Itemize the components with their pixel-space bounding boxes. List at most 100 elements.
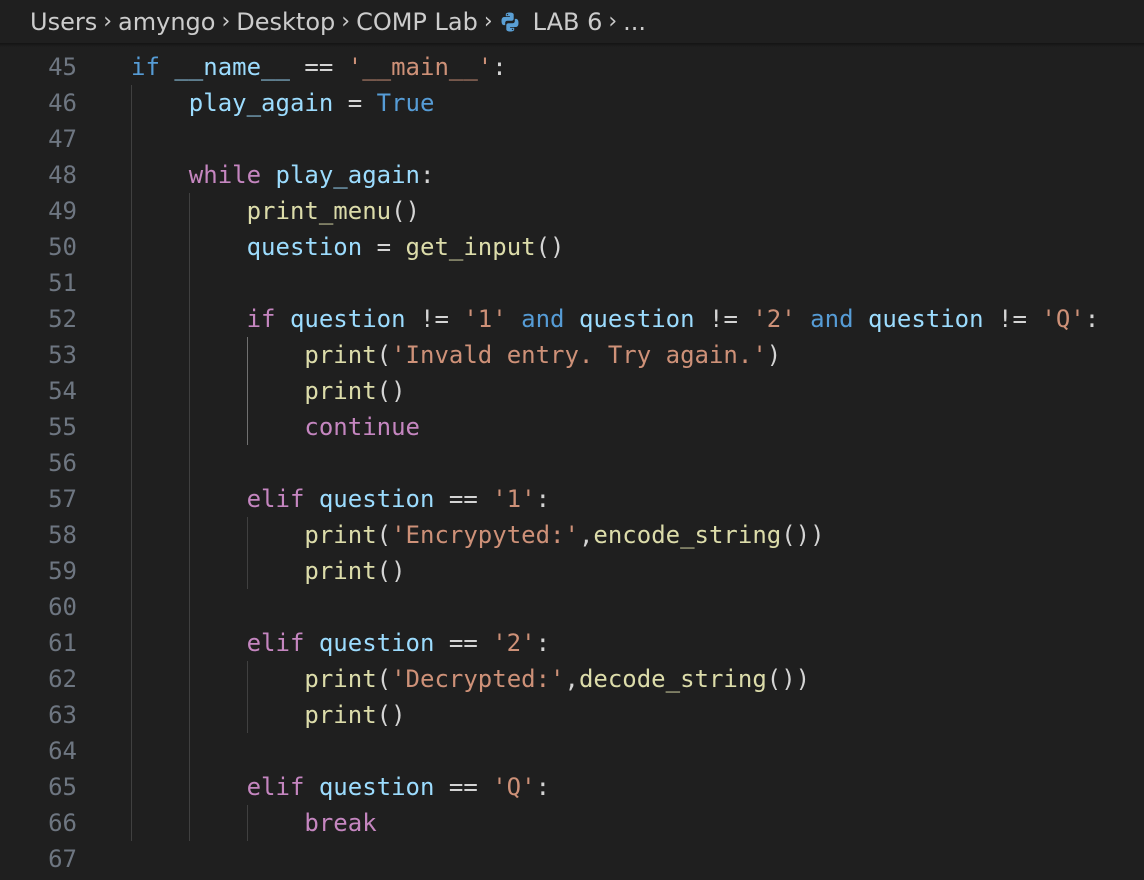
code-line[interactable]: 49 print_menu() <box>0 193 1144 229</box>
code-token: () <box>535 233 565 261</box>
code-line[interactable]: 48 while play_again: <box>0 157 1144 193</box>
code-line[interactable]: 63 print() <box>0 697 1144 733</box>
code-token: != <box>983 305 1042 333</box>
code-token: while <box>188 161 262 189</box>
code-token: : <box>535 629 551 657</box>
code-token: print <box>304 557 377 585</box>
line-number: 47 <box>48 125 77 153</box>
breadcrumb-item-more[interactable]: ... <box>623 8 646 36</box>
line-number: 60 <box>48 593 77 621</box>
code-token: print <box>304 377 377 405</box>
code-line[interactable]: 61 elif question == '2': <box>0 625 1144 661</box>
code-token: '1' <box>463 305 507 333</box>
code-token: : <box>535 485 551 513</box>
chevron-right-icon: › <box>483 9 493 34</box>
code-line[interactable]: 53 print('Invald entry. Try again.') <box>0 337 1144 373</box>
line-number: 52 <box>48 305 77 333</box>
code-token: __name__ <box>174 53 290 81</box>
breadcrumb-item-lab6[interactable]: LAB 6 <box>533 8 603 36</box>
code-line[interactable]: 66 break <box>0 805 1144 841</box>
code-token: != <box>694 305 753 333</box>
code-line[interactable]: 67 <box>0 841 1144 877</box>
code-line[interactable]: 46 play_again = True <box>0 85 1144 121</box>
code-token: break <box>304 809 377 837</box>
breadcrumb-item-desktop[interactable]: Desktop <box>236 8 335 36</box>
code-token: ( <box>376 341 392 369</box>
code-token: = <box>333 89 377 117</box>
breadcrumb-item-users[interactable]: Users <box>30 8 97 36</box>
line-number: 65 <box>48 773 77 801</box>
code-token: print <box>304 341 377 369</box>
code-text: print('Encrypyted:',encode_string()) <box>304 517 824 553</box>
breadcrumb: Users › amyngo › Desktop › COMP Lab › LA… <box>0 0 1144 43</box>
code-token: print_menu <box>246 197 392 225</box>
code-token: and <box>810 305 854 333</box>
header-shadow <box>0 43 1144 47</box>
code-token: () <box>376 377 406 405</box>
code-token: question <box>578 305 695 333</box>
line-number: 54 <box>48 377 77 405</box>
code-token: == <box>434 773 493 801</box>
line-number: 51 <box>48 269 77 297</box>
code-token: True <box>376 89 435 117</box>
line-number: 50 <box>48 233 77 261</box>
line-number: 57 <box>48 485 77 513</box>
code-token: continue <box>304 413 420 441</box>
code-editor[interactable]: 45 if __name__ == '__main__': 46 play_again… <box>0 49 1144 880</box>
code-line[interactable]: 60 <box>0 589 1144 625</box>
code-line[interactable]: 51 <box>0 265 1144 301</box>
indent-guide <box>246 661 248 733</box>
breadcrumb-item-amyngo[interactable]: amyngo <box>118 8 215 36</box>
line-number: 62 <box>48 665 77 693</box>
code-token: : <box>492 53 507 81</box>
code-token: '2' <box>492 629 536 657</box>
indent-guide <box>246 517 248 589</box>
code-token: question <box>318 629 435 657</box>
code-token: : <box>1084 305 1100 333</box>
code-token: encode_string <box>593 521 782 549</box>
code-token: and <box>521 305 565 333</box>
code-line[interactable]: 47 <box>0 121 1144 157</box>
code-line[interactable]: 55 continue <box>0 409 1144 445</box>
code-text: elif question == 'Q': <box>247 769 550 805</box>
code-text: while play_again: <box>189 157 435 193</box>
line-number: 61 <box>48 629 77 657</box>
code-line[interactable]: 57 elif question == '1': <box>0 481 1144 517</box>
code-line[interactable]: 50 question = get_input() <box>0 229 1144 265</box>
indent-guide <box>188 193 190 841</box>
code-token: == <box>289 53 348 81</box>
code-line[interactable]: 52 if question != '1' and question != '2'… <box>0 301 1144 337</box>
code-token: 'Q' <box>492 773 536 801</box>
code-text: print() <box>304 553 405 589</box>
chevron-right-icon: › <box>608 9 618 34</box>
code-line[interactable]: 56 <box>0 445 1144 481</box>
code-token: ()) <box>766 665 811 693</box>
code-text: if __name__ == '__main__': <box>131 49 507 85</box>
python-icon <box>499 11 521 33</box>
code-line[interactable]: 45 if __name__ == '__main__': <box>0 49 1144 85</box>
code-line[interactable]: 54 print() <box>0 373 1144 409</box>
code-line[interactable]: 64 <box>0 733 1144 769</box>
line-number: 66 <box>48 809 77 837</box>
code-text: elif question == '1': <box>247 481 550 517</box>
code-text: print() <box>304 373 405 409</box>
code-line[interactable]: 62 print('Decrypted:',decode_string()) <box>0 661 1144 697</box>
code-token: == <box>434 629 493 657</box>
code-line[interactable]: 58 print('Encrypyted:',encode_string()) <box>0 517 1144 553</box>
code-token: : <box>420 161 435 189</box>
code-text: print('Invald entry. Try again.') <box>304 337 781 373</box>
breadcrumb-item-comp-lab[interactable]: COMP Lab <box>356 8 478 36</box>
code-token: print <box>304 701 377 729</box>
code-token: ( <box>376 665 392 693</box>
code-line[interactable]: 65 elif question == 'Q': <box>0 769 1144 805</box>
code-token: 'Encrypyted:' <box>391 521 579 549</box>
code-token: , <box>578 521 594 549</box>
code-line[interactable]: 59 print() <box>0 553 1144 589</box>
